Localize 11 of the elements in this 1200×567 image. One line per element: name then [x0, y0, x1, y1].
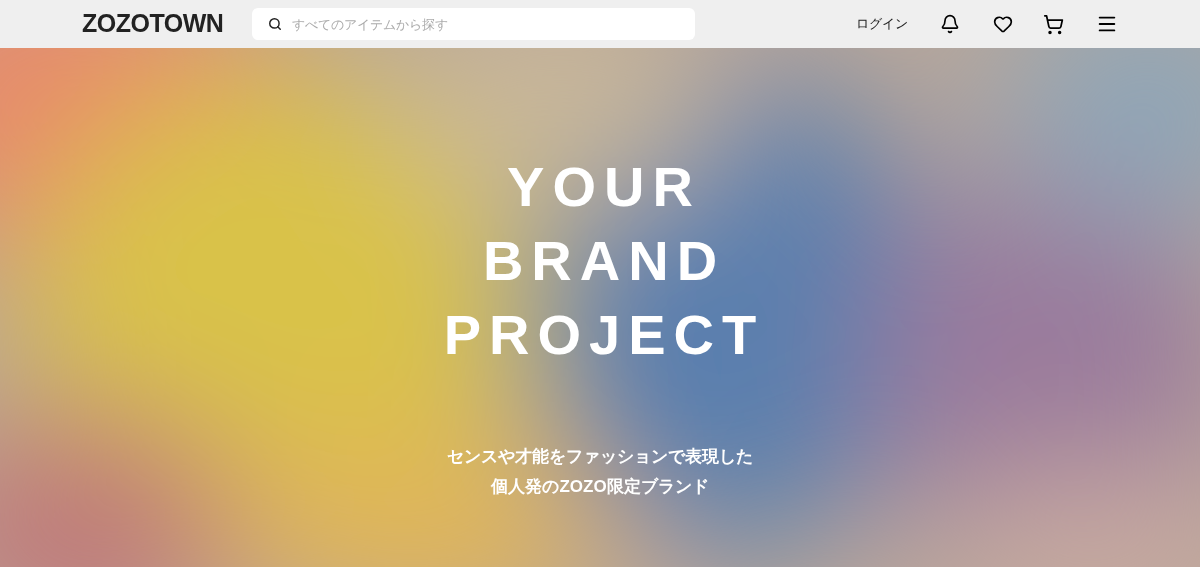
hero-subtitle-line: センスや才能をファッションで表現した — [447, 446, 753, 468]
heart-icon[interactable] — [993, 14, 1013, 34]
cart-icon[interactable] — [1043, 13, 1064, 35]
login-link[interactable]: ログイン — [856, 14, 908, 34]
hero-subtitle-line: 個人発のZOZO限定ブランド — [491, 476, 709, 498]
search-icon — [268, 17, 282, 31]
hero-title-line: YOUR — [506, 154, 701, 220]
notification-bell-icon[interactable] — [940, 14, 960, 34]
search-field[interactable]: すべてのアイテムから探す — [252, 8, 695, 40]
hero-title-line: BRAND — [481, 228, 726, 294]
logo[interactable]: ZOZOTOWN — [82, 5, 252, 43]
